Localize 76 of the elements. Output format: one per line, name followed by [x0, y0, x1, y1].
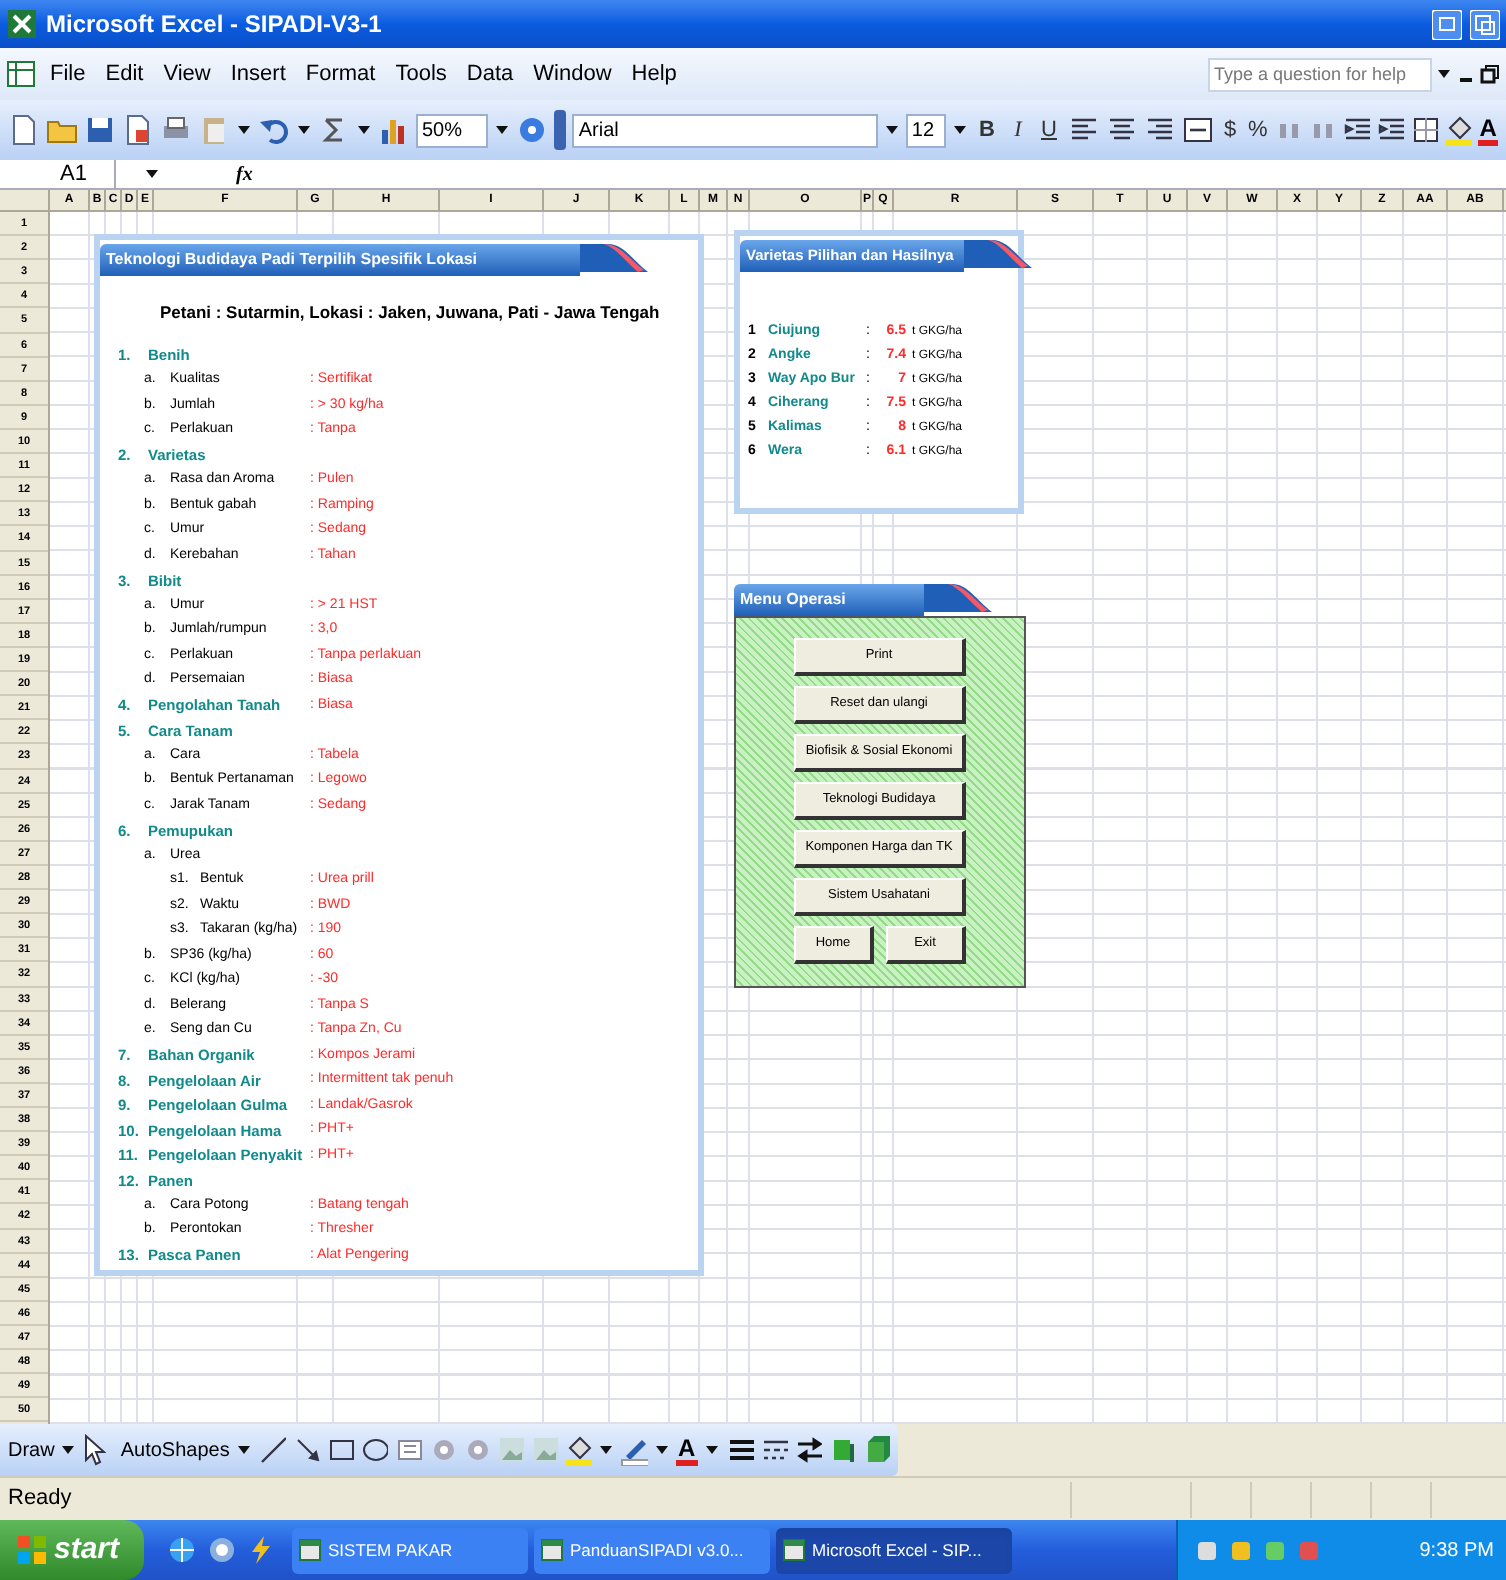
new-document-icon[interactable]: [8, 114, 40, 146]
toolbar-grip-icon: [554, 110, 567, 150]
clock: 9:38 PM: [1419, 1537, 1496, 1565]
rectangle-icon[interactable]: [325, 1434, 354, 1466]
excel-icon: [6, 8, 38, 40]
format-button[interactable]: B: [974, 113, 1000, 147]
clipboard-icon[interactable]: [198, 114, 230, 146]
caret-icon[interactable]: [883, 124, 900, 136]
caret-icon[interactable]: [236, 124, 252, 136]
fill-color-icon[interactable]: [1444, 114, 1473, 146]
help-icon[interactable]: [516, 114, 549, 146]
caret-icon[interactable]: [235, 1444, 252, 1456]
menu-item[interactable]: Window: [525, 57, 620, 91]
workbook-icon[interactable]: [6, 58, 38, 90]
caret-icon[interactable]: [60, 1444, 77, 1456]
menu-item[interactable]: Format: [297, 57, 384, 91]
autoshapes-menu[interactable]: AutoShapes: [120, 1435, 230, 1465]
farmer-location-text: Petani : Sutarmin, Lokasi : Jaken, Juwana, Pati - Jawa Tengah: [158, 300, 662, 326]
number-format-button[interactable]: $: [1219, 113, 1241, 147]
menu-item[interactable]: Help: [623, 57, 685, 91]
arrow-style-icon[interactable]: [793, 1434, 822, 1466]
caret-icon[interactable]: [494, 124, 511, 136]
zoom-dropdown[interactable]: 50%: [416, 113, 489, 147]
line-style-icon[interactable]: [725, 1434, 754, 1466]
caret-icon[interactable]: [144, 168, 160, 180]
window-title: Microsoft Excel - SIPADI-V3-1: [46, 8, 382, 42]
undo-icon[interactable]: [258, 114, 290, 146]
chart-icon[interactable]: [378, 114, 410, 146]
menu-item[interactable]: Insert: [222, 57, 294, 91]
caret-icon[interactable]: [952, 124, 969, 136]
draw-menu[interactable]: Draw: [8, 1435, 55, 1465]
menu-item[interactable]: Tools: [387, 57, 455, 91]
window-icon: [540, 1538, 564, 1562]
restore-icon[interactable]: [1480, 64, 1500, 84]
caret-icon[interactable]: [653, 1444, 670, 1456]
status-text: Ready: [6, 1484, 74, 1515]
window-icon: [782, 1538, 806, 1562]
save-icon[interactable]: [84, 114, 116, 146]
font-color-button[interactable]: A: [1478, 115, 1499, 145]
caret-icon[interactable]: [1436, 68, 1452, 80]
caret-icon[interactable]: [597, 1444, 614, 1456]
help-search-field[interactable]: Type a question for help: [1208, 57, 1432, 91]
menu-item[interactable]: Edit: [97, 57, 152, 91]
menu-item[interactable]: View: [155, 57, 219, 91]
taskbar-button[interactable]: PanduanSIPADI v3.0...: [534, 1527, 770, 1573]
font-color-button[interactable]: A: [675, 1435, 698, 1465]
taskbar-button[interactable]: Microsoft Excel - SIP...: [776, 1527, 1012, 1573]
font-size-dropdown[interactable]: 12: [905, 113, 947, 147]
merge-cells-icon[interactable]: [1181, 114, 1214, 146]
format-button[interactable]: U: [1036, 113, 1062, 147]
function-label: fx: [236, 161, 253, 189]
panel-title: Teknologi Budidaya Padi Terpilih Spesifik Lokasi: [106, 248, 478, 272]
arrow-icon[interactable]: [291, 1434, 320, 1466]
caret-icon[interactable]: [703, 1444, 720, 1456]
header-swoosh-drawing: [964, 236, 1032, 272]
caret-icon[interactable]: [296, 124, 312, 136]
borders-icon[interactable]: [1410, 114, 1439, 146]
caret-icon[interactable]: [356, 124, 372, 136]
format-button[interactable]: I: [1005, 113, 1031, 147]
restore-button-icon[interactable]: [1432, 9, 1462, 39]
line-icon[interactable]: [257, 1434, 286, 1466]
fill-color-icon[interactable]: [563, 1434, 592, 1466]
number-format-button[interactable]: %: [1246, 113, 1269, 147]
window-icon: [298, 1538, 322, 1562]
header-swoosh-drawing: [924, 580, 992, 616]
menu-item[interactable]: File: [42, 57, 94, 91]
font-dropdown[interactable]: Arial: [572, 113, 878, 147]
header-swoosh-drawing: [580, 240, 648, 276]
menu-item[interactable]: Data: [458, 57, 522, 91]
line-color-icon[interactable]: [619, 1434, 648, 1466]
windows-logo-icon: [16, 1534, 48, 1566]
lightning-icon[interactable]: [248, 1536, 276, 1564]
taskbar-button[interactable]: SISTEM PAKAR: [292, 1527, 528, 1573]
close-button-icon[interactable]: [1470, 9, 1500, 39]
panel-title: Menu Operasi: [740, 588, 846, 612]
pointer-icon[interactable]: [82, 1434, 107, 1466]
